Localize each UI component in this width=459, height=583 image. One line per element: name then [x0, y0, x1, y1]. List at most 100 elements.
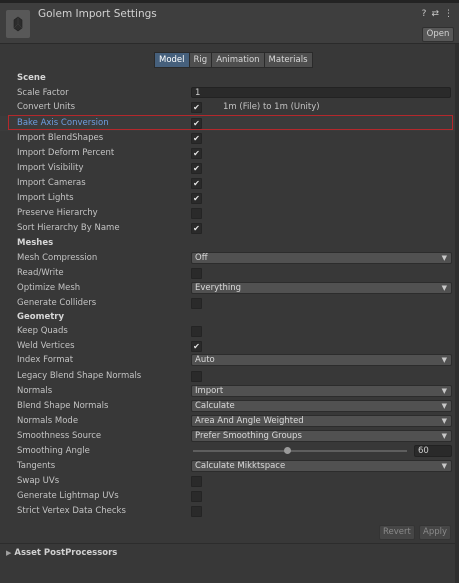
scale-factor-field[interactable]: 1	[191, 87, 451, 98]
bake-axis-conversion-checkbox[interactable]	[191, 118, 202, 129]
apply-button[interactable]: Apply	[419, 525, 451, 540]
tab-model[interactable]: Model	[154, 52, 190, 68]
row-import-cameras: Import Cameras	[0, 176, 459, 191]
import-deform-percent-checkbox[interactable]	[191, 148, 202, 159]
generate-lightmap-uvs-label: Generate Lightmap UVs	[17, 491, 119, 501]
convert-units-checkbox[interactable]	[191, 102, 202, 113]
row-normals: Normals Import ▼	[0, 384, 459, 399]
tangents-dropdown[interactable]: Calculate Mikktspace ▼	[191, 460, 452, 472]
read-write-label: Read/Write	[17, 268, 64, 278]
row-import-blendshapes: Import BlendShapes	[0, 131, 459, 146]
row-bake-axis-conversion: Bake Axis Conversion	[0, 116, 459, 131]
import-cameras-checkbox[interactable]	[191, 178, 202, 189]
section-scene: Scene	[0, 71, 459, 86]
normals-dropdown[interactable]: Import ▼	[191, 385, 452, 397]
row-strict-vertex-data-checks: Strict Vertex Data Checks	[0, 504, 459, 519]
dropdown-arrow-icon: ▼	[441, 356, 447, 364]
row-mesh-compression: Mesh Compression Off ▼	[0, 251, 459, 266]
normals-mode-dropdown[interactable]: Area And Angle Weighted ▼	[191, 415, 452, 427]
swap-uvs-checkbox[interactable]	[191, 476, 202, 487]
strict-vertex-data-checks-checkbox[interactable]	[191, 506, 202, 517]
import-visibility-checkbox[interactable]	[191, 163, 202, 174]
smoothness-source-label: Smoothness Source	[17, 431, 102, 441]
tab-rig[interactable]: Rig	[188, 52, 213, 68]
blend-shape-normals-dropdown[interactable]: Calculate ▼	[191, 400, 452, 412]
dropdown-arrow-icon: ▼	[441, 432, 447, 440]
generate-colliders-checkbox[interactable]	[191, 298, 202, 309]
index-format-label: Index Format	[17, 355, 74, 365]
tab-animation[interactable]: Animation	[211, 52, 265, 68]
dropdown-arrow-icon: ▼	[441, 402, 447, 410]
row-swap-uvs: Swap UVs	[0, 474, 459, 489]
tab-bar: Model Rig Animation Materials	[154, 52, 313, 68]
import-visibility-label: Import Visibility	[17, 163, 84, 173]
dropdown-arrow-icon: ▼	[441, 284, 447, 292]
dropdown-arrow-icon: ▼	[441, 417, 447, 425]
generate-lightmap-uvs-checkbox[interactable]	[191, 491, 202, 502]
index-format-dropdown[interactable]: Auto ▼	[191, 354, 452, 366]
import-blendshapes-checkbox[interactable]	[191, 133, 202, 144]
smoothing-angle-field[interactable]: 60	[414, 445, 452, 457]
help-icon[interactable]: ?	[422, 9, 427, 19]
normals-value: Import	[195, 386, 224, 396]
optimize-mesh-label: Optimize Mesh	[17, 283, 81, 293]
tab-materials[interactable]: Materials	[263, 52, 313, 68]
section-meshes: Meshes	[0, 236, 459, 251]
import-blendshapes-label: Import BlendShapes	[17, 133, 104, 143]
tangents-value: Calculate Mikktspace	[195, 461, 286, 471]
row-import-lights: Import Lights	[0, 191, 459, 206]
optimize-mesh-dropdown[interactable]: Everything ▼	[191, 282, 452, 294]
row-read-write: Read/Write	[0, 266, 459, 281]
dropdown-arrow-icon: ▼	[441, 462, 447, 470]
keep-quads-checkbox[interactable]	[191, 326, 202, 337]
row-preserve-hierarchy: Preserve Hierarchy	[0, 206, 459, 221]
menu-icon[interactable]: ⋮	[444, 9, 453, 19]
scrollbar-gutter[interactable]	[455, 44, 459, 583]
tangents-label: Tangents	[17, 461, 56, 471]
optimize-mesh-value: Everything	[195, 283, 242, 293]
smoothness-source-dropdown[interactable]: Prefer Smoothing Groups ▼	[191, 430, 452, 442]
asset-postprocessors-foldout[interactable]: ▶ Asset PostProcessors	[6, 548, 117, 558]
weld-vertices-checkbox[interactable]	[191, 341, 202, 352]
row-smoothing-angle: Smoothing Angle 60	[0, 444, 459, 459]
scale-factor-label: Scale Factor	[17, 88, 69, 98]
import-lights-checkbox[interactable]	[191, 193, 202, 204]
normals-label: Normals	[17, 386, 53, 396]
index-format-value: Auto	[195, 355, 215, 365]
row-import-visibility: Import Visibility	[0, 161, 459, 176]
revert-button[interactable]: Revert	[379, 525, 415, 540]
section-geometry: Geometry	[0, 310, 459, 325]
section-header-geometry: Geometry	[17, 312, 64, 322]
header-divider	[0, 43, 459, 44]
sort-hierarchy-by-name-checkbox[interactable]	[191, 223, 202, 234]
keep-quads-label: Keep Quads	[17, 326, 68, 336]
row-normals-mode: Normals Mode Area And Angle Weighted ▼	[0, 414, 459, 429]
row-sort-hierarchy-by-name: Sort Hierarchy By Name	[0, 221, 459, 236]
read-write-checkbox[interactable]	[191, 268, 202, 279]
legacy-blend-shape-normals-checkbox[interactable]	[191, 371, 202, 382]
footer-divider	[0, 543, 459, 544]
row-scale-factor: Scale Factor 1	[0, 86, 459, 101]
preset-icon[interactable]: ⇄	[431, 9, 439, 19]
preserve-hierarchy-checkbox[interactable]	[191, 208, 202, 219]
row-weld-vertices: Weld Vertices	[0, 339, 459, 354]
model-asset-icon	[6, 10, 30, 38]
smoothing-angle-slider-track[interactable]	[193, 450, 407, 452]
section-header-scene: Scene	[17, 73, 46, 83]
smoothness-source-value: Prefer Smoothing Groups	[195, 431, 302, 441]
row-optimize-mesh: Optimize Mesh Everything ▼	[0, 281, 459, 296]
open-button[interactable]: Open	[422, 27, 454, 42]
convert-units-note: 1m (File) to 1m (Unity)	[223, 102, 320, 112]
row-blend-shape-normals: Blend Shape Normals Calculate ▼	[0, 399, 459, 414]
swap-uvs-label: Swap UVs	[17, 476, 60, 486]
smoothing-angle-slider-thumb[interactable]	[283, 447, 291, 454]
asset-postprocessors-label: Asset PostProcessors	[14, 548, 118, 558]
row-tangents: Tangents Calculate Mikktspace ▼	[0, 459, 459, 474]
row-generate-colliders: Generate Colliders	[0, 296, 459, 311]
legacy-blend-shape-normals-label: Legacy Blend Shape Normals	[17, 371, 142, 381]
strict-vertex-data-checks-label: Strict Vertex Data Checks	[17, 506, 126, 516]
import-lights-label: Import Lights	[17, 193, 74, 203]
mesh-compression-dropdown[interactable]: Off ▼	[191, 252, 452, 264]
normals-mode-label: Normals Mode	[17, 416, 79, 426]
mesh-compression-value: Off	[195, 253, 208, 263]
